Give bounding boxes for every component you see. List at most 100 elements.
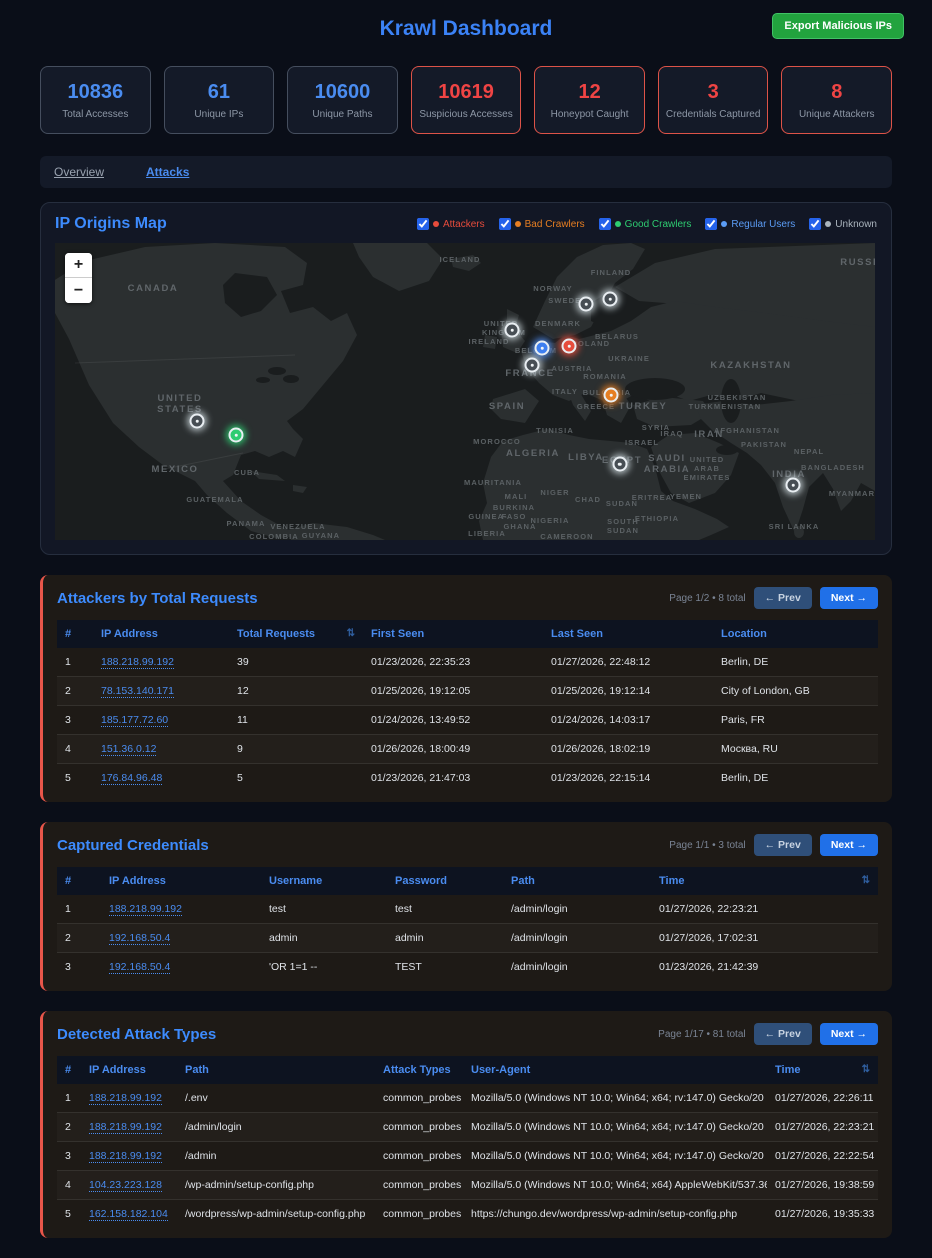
column-header-label: First Seen (371, 628, 424, 640)
cell-first-seen: 01/23/2026, 22:35:23 (363, 648, 543, 677)
map-marker-attacker[interactable] (562, 339, 577, 354)
legend-checkbox-attackers[interactable] (417, 218, 429, 230)
cell-last-seen: 01/27/2026, 22:48:12 (543, 648, 713, 677)
table-body: 1188.218.99.1923901/23/2026, 22:35:2301/… (57, 648, 878, 792)
legend-checkbox-unknown[interactable] (809, 218, 821, 230)
sort-icon[interactable]: ⇅ (862, 1064, 870, 1075)
map-label: AFGHANISTAN (714, 426, 780, 435)
prev-page-button[interactable]: ← Prev (754, 1023, 812, 1045)
page-info: Page 1/17 • 81 total (658, 1029, 745, 1040)
table-row: 1188.218.99.1923901/23/2026, 22:35:2301/… (57, 648, 878, 677)
map-label: UZBEKISTAN (708, 393, 767, 402)
column-header-label: Time (775, 1064, 800, 1076)
map-label: NORWAY (533, 284, 573, 293)
table-body: 1188.218.99.192/.envcommon_probesMozilla… (57, 1084, 878, 1228)
map-marker-unknown[interactable] (190, 414, 205, 429)
map-marker-unknown[interactable] (579, 297, 594, 312)
ip-address-link[interactable]: 188.218.99.192 (101, 656, 174, 669)
map-label: PANAMA (227, 519, 266, 528)
column-header-label: User-Agent (471, 1064, 530, 1076)
ip-address-link[interactable]: 192.168.50.4 (109, 932, 170, 945)
column-header-location: Location (713, 620, 878, 648)
cell-ip-address: 188.218.99.192 (101, 895, 261, 924)
cell-location: Москва, RU (713, 735, 878, 764)
map-label: MOROCCO (473, 437, 521, 446)
legend-dot-icon (825, 221, 831, 227)
cell-password: TEST (387, 953, 503, 982)
cell-: 4 (57, 1171, 81, 1200)
section-header-attackers: Attackers by Total RequestsPage 1/2 • 8 … (57, 587, 878, 609)
prev-page-button[interactable]: ← Prev (754, 834, 812, 856)
export-malicious-ips-button[interactable]: Export Malicious IPs (772, 13, 904, 39)
page: Krawl Dashboard Export Malicious IPs 108… (0, 0, 932, 1258)
ip-address-link[interactable]: 188.218.99.192 (89, 1121, 162, 1134)
next-page-button[interactable]: Next → (820, 1023, 878, 1045)
map-label: GUYANA (302, 531, 340, 540)
sort-icon[interactable]: ⇅ (862, 875, 870, 886)
ip-address-link[interactable]: 188.218.99.192 (89, 1150, 162, 1163)
ip-address-link[interactable]: 192.168.50.4 (109, 961, 170, 974)
ip-address-link[interactable]: 185.177.72.60 (101, 714, 168, 727)
legend-checkbox-good-crawlers[interactable] (599, 218, 611, 230)
column-header-label: Location (721, 628, 767, 640)
stat-card-suspicious-accesses: 10619Suspicious Accesses (411, 66, 522, 134)
map-marker-unknown[interactable] (786, 478, 801, 493)
map-marker-unknown[interactable] (612, 457, 627, 472)
cell-username: test (261, 895, 387, 924)
legend-item-unknown: Unknown (809, 218, 877, 230)
map-marker-good-crawler[interactable] (229, 428, 244, 443)
sort-icon[interactable]: ⇅ (347, 628, 355, 639)
next-page-button[interactable]: Next → (820, 587, 878, 609)
column-header-time[interactable]: Time⇅ (651, 867, 878, 895)
map-label: MEXICO (151, 464, 198, 475)
zoom-in-button[interactable]: + (65, 253, 92, 278)
cell-: 3 (57, 953, 101, 982)
ip-address-link[interactable]: 104.23.223.128 (89, 1179, 162, 1192)
ip-address-link[interactable]: 176.84.96.48 (101, 772, 162, 785)
map-label: COLOMBIA (249, 532, 299, 540)
legend-checkbox-regular-users[interactable] (705, 218, 717, 230)
pagination-attacks: Page 1/17 • 81 total ← Prev Next → (658, 1023, 878, 1045)
map-marker-unknown[interactable] (525, 358, 540, 373)
cell-ip-address: 192.168.50.4 (101, 924, 261, 953)
map-label: ARAB (694, 464, 720, 473)
map-label: IRELAND (468, 337, 509, 346)
cell-: 2 (57, 924, 101, 953)
ip-address-link[interactable]: 78.153.140.171 (101, 685, 174, 698)
marker-dot (618, 462, 622, 466)
column-header-username: Username (261, 867, 387, 895)
zoom-out-button[interactable]: − (65, 278, 92, 303)
ip-address-link[interactable]: 188.218.99.192 (109, 903, 182, 916)
map-label: BURKINA (493, 503, 535, 512)
map-label: UNITED (690, 455, 725, 464)
table-row: 2188.218.99.192/admin/logincommon_probes… (57, 1113, 878, 1142)
legend-checkbox-bad-crawlers[interactable] (499, 218, 511, 230)
map-marker-unknown[interactable] (505, 323, 520, 338)
cell-: 1 (57, 895, 101, 924)
tables-wrap: Attackers by Total RequestsPage 1/2 • 8 … (40, 575, 892, 1238)
map-label: TURKEY (619, 401, 668, 412)
cell-user-agent: Mozilla/5.0 (Windows NT 10.0; Win64; x64… (463, 1084, 767, 1113)
table-row: 278.153.140.1711201/25/2026, 19:12:0501/… (57, 677, 878, 706)
tab-overview[interactable]: Overview (54, 165, 104, 179)
stat-label: Unique IPs (194, 109, 243, 120)
map-marker-regular-user[interactable] (535, 341, 550, 356)
column-header-label: IP Address (109, 875, 166, 887)
table-credentials: #IP AddressUsernamePasswordPathTime⇅1188… (57, 867, 878, 981)
map-canvas[interactable]: CANADAUNITEDSTATESMEXICOCUBAGUATEMALAPAN… (55, 243, 875, 540)
prev-page-button[interactable]: ← Prev (754, 587, 812, 609)
marker-dot (540, 346, 544, 350)
cell-last-seen: 01/24/2026, 14:03:17 (543, 706, 713, 735)
column-header-total-requests[interactable]: Total Requests⇅ (229, 620, 363, 648)
cell-attack-types: common_probes (375, 1171, 463, 1200)
tab-attacks[interactable]: Attacks (146, 165, 189, 179)
map-marker-unknown[interactable] (603, 292, 618, 307)
column-header-time[interactable]: Time ⇅ (767, 1056, 878, 1084)
ip-address-link[interactable]: 188.218.99.192 (89, 1092, 162, 1105)
next-page-button[interactable]: Next → (820, 834, 878, 856)
ip-address-link[interactable]: 151.36.0.12 (101, 743, 156, 756)
table-header-row: #IP AddressPathAttack TypesUser-AgentTim… (57, 1056, 878, 1084)
map-marker-bad-crawler[interactable] (604, 388, 619, 403)
map-label: ROMANIA (583, 372, 627, 381)
marker-dot (609, 393, 613, 397)
